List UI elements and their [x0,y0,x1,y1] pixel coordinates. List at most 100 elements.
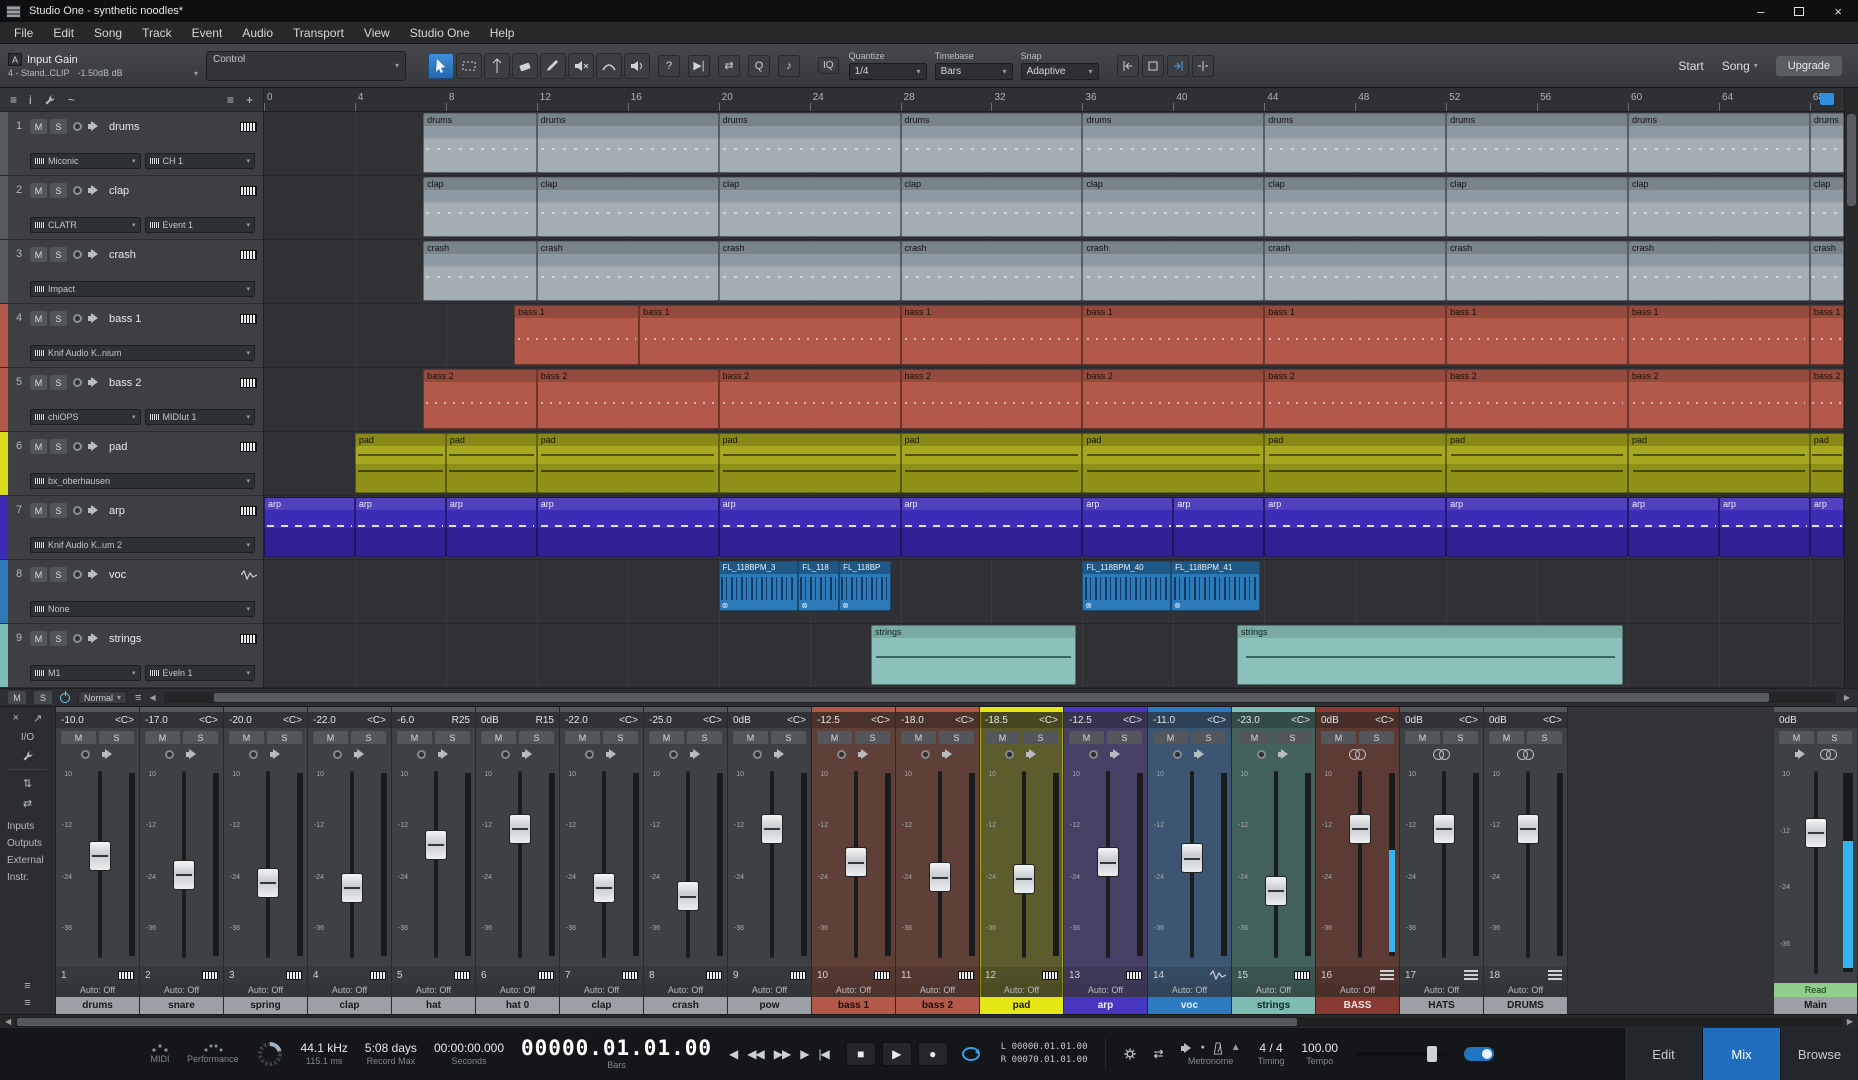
clip-arp[interactable]: arp [1446,497,1629,557]
wrench-icon[interactable] [22,750,34,762]
clip-drums[interactable]: drums [536,113,719,173]
clip-crash[interactable]: crash [423,241,537,301]
loop-button[interactable] [958,1044,984,1064]
monitor-button[interactable] [857,748,871,760]
clip-bass-2[interactable]: bass 2 [1628,369,1810,429]
monitor-button[interactable] [1277,748,1291,760]
main-fader-track[interactable] [1792,767,1840,978]
clip-pad[interactable]: pad [536,433,719,493]
quantize-toggle-button[interactable]: Q [748,54,770,77]
clip-pad[interactable]: pad [1446,433,1629,493]
track-header-bass-1[interactable]: 4 M Sbass 1 Knif Audio K..nium ▾ [0,304,263,368]
fader-track[interactable] [494,767,546,962]
track-solo-button[interactable]: S [50,375,67,390]
channel-pan-value[interactable]: <C> [199,715,218,726]
track-layout-icon[interactable]: ≡ [227,93,234,107]
fader-track[interactable] [998,767,1050,962]
gear-icon[interactable] [1123,1047,1137,1061]
clip-bass-2[interactable]: bass 2 [1446,369,1629,429]
channel-gain-value[interactable]: -22.0 [313,715,336,726]
automation-mode[interactable]: Auto: Off [308,983,391,997]
fader[interactable] [1097,847,1119,878]
forward-button[interactable]: ▶▶ [774,1047,791,1061]
loop-range-display[interactable]: L 00000.01.01.00 R 00070.01.01.00 [1001,1041,1088,1066]
scrollbar-thumb[interactable] [17,1017,1297,1026]
channel-gain-value[interactable]: 0dB [1489,715,1507,726]
click-toggle[interactable] [1464,1047,1495,1061]
mute-button[interactable]: M [397,731,432,744]
clip-arp[interactable]: arp [1082,497,1174,557]
monitor-button[interactable] [1193,748,1207,760]
channel-pan-value[interactable]: <C> [703,715,722,726]
arrow-tool-button[interactable] [428,52,454,79]
automation-mode[interactable]: Auto: Off [728,983,811,997]
record-button[interactable]: ● [917,1042,948,1066]
clip-bass-2[interactable]: bass 2 [718,369,901,429]
record-arm-button[interactable] [668,749,678,759]
track-monitor-button[interactable] [88,441,101,452]
track-header-clap[interactable]: 2 M Sclap CLATR ▾ Event 1 ▾ [0,176,263,240]
fader-track[interactable] [74,767,126,962]
automation-mode[interactable]: Auto: Off [140,983,223,997]
clip-bass-2[interactable]: bass 2 [423,369,537,429]
channel-pan-value[interactable]: <C> [871,715,890,726]
scroll-left-icon[interactable]: ◀ [149,693,155,702]
fader-track[interactable] [1502,767,1554,962]
list-icon[interactable]: ≡ [135,692,141,704]
clip-bass-2[interactable]: bass 2 [900,369,1083,429]
monitor-button[interactable] [353,748,367,760]
monitor-button[interactable] [1025,748,1039,760]
solo-button[interactable]: S [939,731,974,744]
track-header-crash[interactable]: 3 M Scrash Impact ▾ [0,240,263,304]
track-header-voc[interactable]: 8 M Svoc None ▾ [0,560,263,624]
automation-mode[interactable]: Auto: Off [980,983,1063,997]
fader[interactable] [1013,863,1035,894]
input-gain-widget[interactable]: A Input Gain 4 - Stand..CLIP -1.50dB dB … [8,53,198,78]
autoscroll-button[interactable]: ⇄ [718,54,740,77]
fader-track[interactable] [1166,767,1218,962]
paint-tool-button[interactable] [540,52,566,79]
track-device-dropdown[interactable]: Knif Audio K..um 2 ▾ [30,537,255,553]
metronome-volume-slider[interactable] [1355,1046,1448,1062]
fader[interactable] [173,859,195,890]
fader[interactable] [257,867,279,898]
channel-name[interactable]: spring [224,997,307,1014]
record-arm-button[interactable] [584,749,594,759]
channel-gain-value[interactable]: -17.0 [145,715,168,726]
narrow-wide-icon[interactable]: ⇅ [23,777,32,790]
channel-name[interactable]: hat 0 [476,997,559,1014]
track-monitor-button[interactable] [88,249,101,260]
edit-view-button[interactable]: Edit [1624,1028,1702,1080]
sidebar-item-inputs[interactable]: Inputs [7,821,55,832]
track-device-dropdown[interactable]: CH 1 ▾ [144,153,255,169]
clip-strings[interactable]: strings [870,625,1076,685]
channel-name[interactable]: bass 1 [812,997,895,1014]
clip-bass-1[interactable]: bass 1 [639,305,901,365]
track-mode-dropdown[interactable]: Normal ▾ [78,691,128,704]
browse-view-button[interactable]: Browse [1780,1028,1858,1080]
menu-transport[interactable]: Transport [283,26,354,40]
automation-mode[interactable]: Auto: Off [56,983,139,997]
track-mute-button[interactable]: M [30,503,47,518]
fader[interactable] [677,881,699,912]
clip-pad[interactable]: pad [1264,433,1447,493]
eraser-tool-button[interactable] [512,52,538,79]
close-button[interactable]: × [1834,4,1842,19]
clip-strings[interactable]: strings [1237,625,1624,685]
clip-arp[interactable]: arp [1264,497,1447,557]
channel-gain-value[interactable]: -12.5 [1069,715,1092,726]
track-device-dropdown[interactable]: None ▾ [30,601,255,617]
mute-tool-button[interactable] [568,52,594,79]
channel-name[interactable]: clap [308,997,391,1014]
mixer-channel-drums[interactable]: -10.0 <C> M S 10 -12 -24 -36 1 Auto: Off drums [56,707,140,1014]
channel-name[interactable]: snare [140,997,223,1014]
solo-button[interactable]: S [183,731,218,744]
slider-thumb[interactable] [1426,1046,1437,1062]
fader[interactable] [425,829,447,860]
track-device-dropdown[interactable]: M1 ▾ [30,665,141,681]
fader-track[interactable] [1082,767,1134,962]
channel-gain-value[interactable]: -10.0 [61,715,84,726]
channel-pan-value[interactable]: R25 [452,715,470,726]
track-device-dropdown[interactable]: Miconic ▾ [30,153,141,169]
channel-gain-value[interactable]: -20.0 [229,715,252,726]
